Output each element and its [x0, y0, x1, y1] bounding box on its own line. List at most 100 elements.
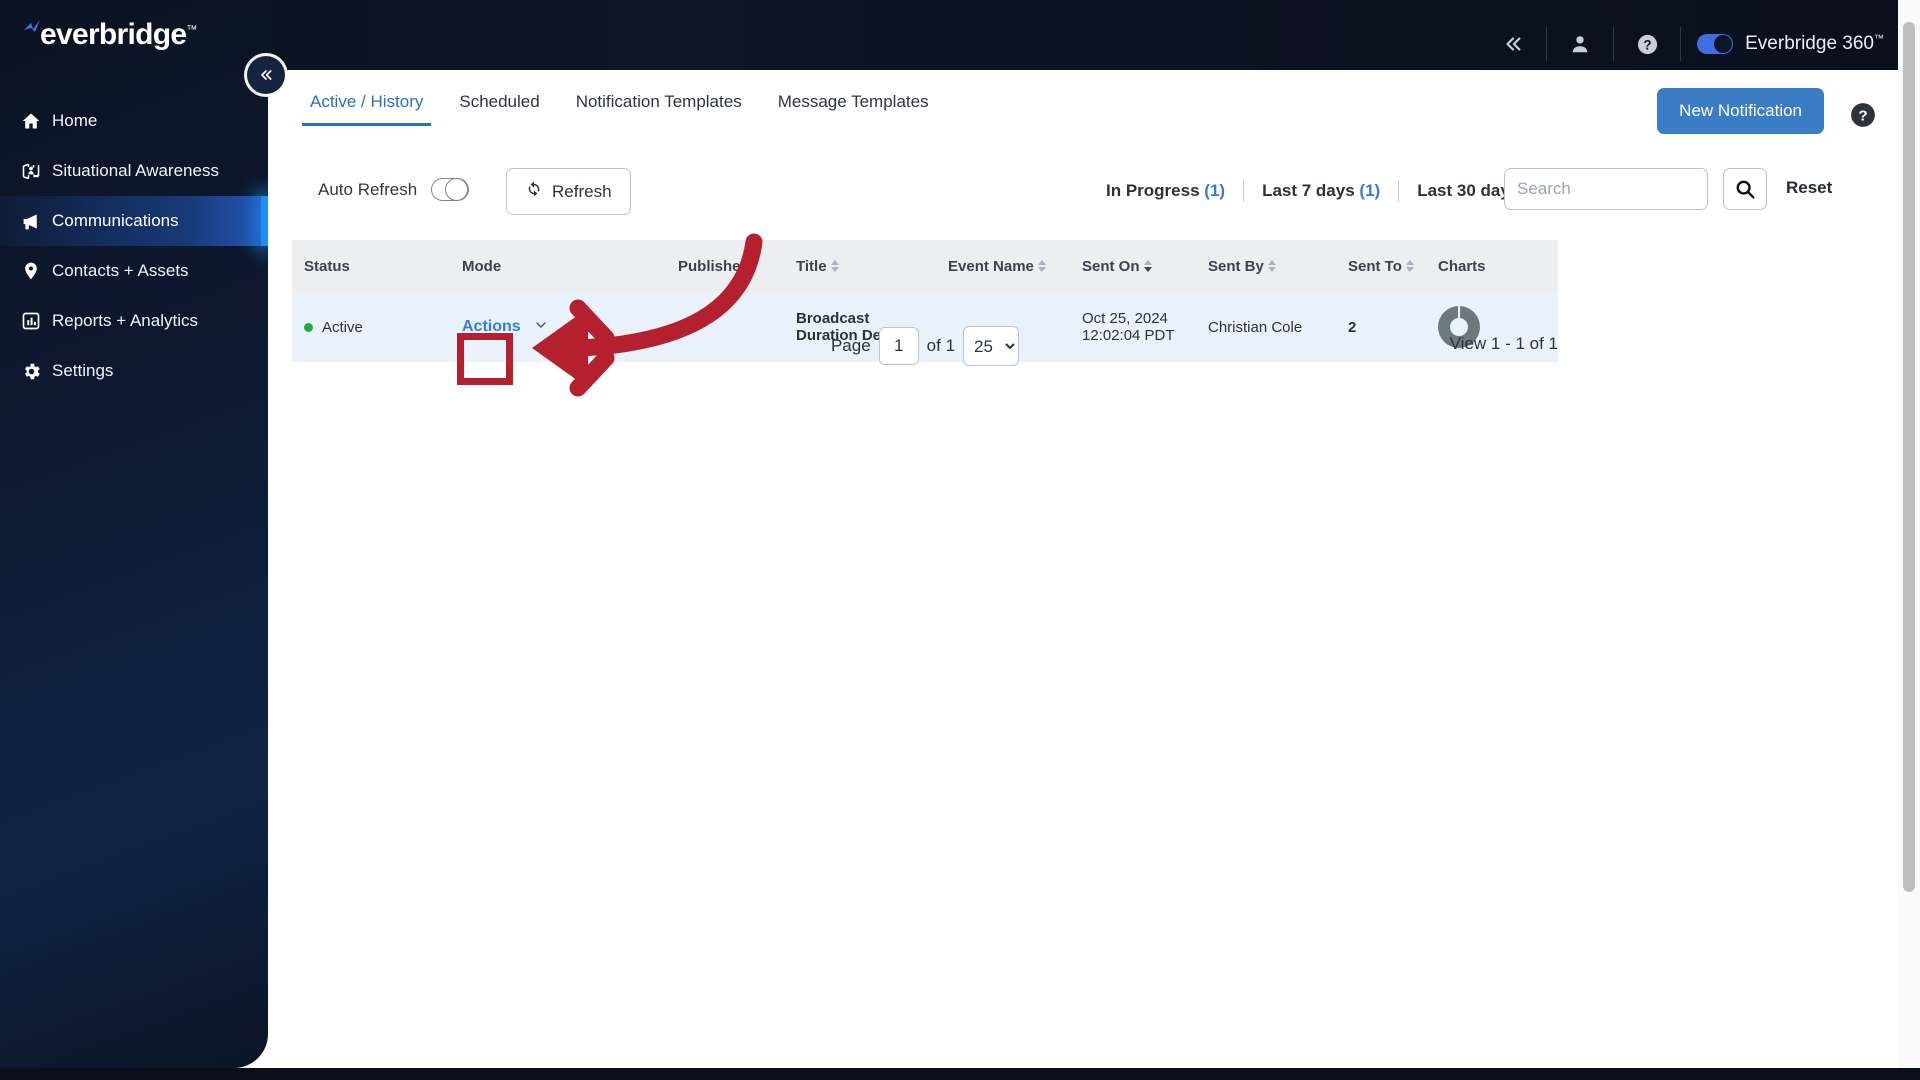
sidebar-item-label-contacts-assets: Contacts + Assets [52, 261, 189, 280]
tab-message-templates[interactable]: Message Templates [760, 80, 947, 126]
page-of-label: of 1 [926, 336, 956, 355]
svg-text:?: ? [1643, 37, 1651, 52]
gear-icon [14, 361, 48, 382]
logo-word: everbridge [40, 18, 187, 51]
location-pin-icon [14, 261, 48, 281]
sidebar: everbridge™ Home Situational Awareness C… [0, 0, 268, 1068]
filter-last-7-days[interactable]: Last 7 days (1) [1244, 181, 1398, 201]
tab-label-notification-templates: Notification Templates [575, 92, 742, 111]
search-button[interactable] [1723, 168, 1767, 210]
auto-refresh-label: Auto Refresh [318, 179, 418, 199]
refresh-icon [525, 180, 543, 203]
column-header-status[interactable]: Status [292, 258, 450, 275]
toggle-track[interactable] [1697, 34, 1734, 54]
sidebar-item-home[interactable]: Home [0, 96, 268, 146]
sidebar-item-situational-awareness[interactable]: Situational Awareness [0, 146, 268, 196]
pagination-bar: Page of 1 25 50 100 View 1 - 1 of 1 [292, 320, 1558, 380]
sort-icon-event-name[interactable] [1037, 260, 1046, 272]
auto-refresh-toggle[interactable] [431, 178, 470, 201]
column-header-title[interactable]: Title [784, 258, 936, 275]
page-label: Page [830, 336, 871, 355]
everbridge-360-label: Everbridge 360™ [1745, 33, 1884, 55]
column-header-charts[interactable]: Charts [1426, 258, 1546, 275]
table-toolbar: Auto Refresh Refresh In Progress (1) Las… [268, 162, 1920, 224]
help-circle-icon[interactable]: ? [1620, 24, 1674, 64]
pagination-controls: Page of 1 25 50 100 [830, 326, 1020, 366]
tab-label-message-templates: Message Templates [777, 92, 929, 111]
column-header-event-name[interactable]: Event Name [936, 258, 1070, 275]
sidebar-item-label-home: Home [52, 111, 98, 130]
everbridge-logo-text: everbridge™ [40, 18, 197, 52]
refresh-button[interactable]: Refresh [506, 168, 631, 215]
column-label-title: Title [796, 257, 827, 275]
filter-label-in-progress: In Progress [1106, 181, 1200, 200]
tab-notification-templates[interactable]: Notification Templates [558, 80, 760, 126]
auto-refresh-toggle-knob [445, 178, 469, 201]
sort-icon-title[interactable] [830, 260, 839, 272]
header-divider-2 [1613, 27, 1615, 61]
scrollbar-thumb[interactable] [1903, 22, 1915, 892]
chevron-double-left-icon[interactable] [1486, 24, 1540, 64]
bar-chart-icon [14, 311, 48, 331]
everbridge-360-toggle[interactable]: Everbridge 360™ [1687, 33, 1884, 55]
svg-text:?: ? [1858, 107, 1867, 124]
app-root: ? Everbridge 360™ everbridge™ Home Situa… [0, 0, 1920, 1080]
tab-scheduled[interactable]: Scheduled [441, 80, 557, 126]
column-header-sent-on[interactable]: Sent On [1070, 258, 1196, 275]
search-input[interactable] [1504, 168, 1708, 210]
column-label-sent-to: Sent To [1348, 257, 1402, 275]
column-label-mode: Mode [462, 257, 502, 275]
page-size-select[interactable]: 25 50 100 [963, 326, 1020, 366]
tab-label-active-history: Active / History [310, 92, 424, 111]
reset-link[interactable]: Reset [1786, 178, 1832, 198]
megaphone-icon [14, 211, 48, 232]
column-label-sent-by: Sent By [1208, 257, 1264, 275]
toggle-knob [1714, 35, 1733, 53]
sort-icon-sent-to[interactable] [1405, 260, 1414, 272]
main-content: Active / History Scheduled Notification … [268, 70, 1920, 1080]
header-divider-3 [1680, 27, 1682, 61]
trademark-symbol: ™ [1874, 33, 1884, 45]
page-number-input[interactable] [878, 327, 919, 365]
sidebar-item-reports-analytics[interactable]: Reports + Analytics [0, 296, 268, 346]
column-header-sent-to[interactable]: Sent To [1336, 258, 1426, 275]
sidebar-item-settings[interactable]: Settings [0, 346, 268, 396]
auto-refresh-control: Auto Refresh [318, 178, 470, 201]
sidebar-item-label-situational-awareness: Situational Awareness [52, 161, 219, 180]
header-divider-1 [1546, 27, 1548, 61]
quick-filters: In Progress (1) Last 7 days (1) Last 30 … [1088, 180, 1563, 202]
column-header-sent-by[interactable]: Sent By [1196, 258, 1336, 275]
tab-bar: Active / History Scheduled Notification … [292, 80, 947, 126]
column-header-mode[interactable]: Mode [450, 258, 666, 275]
logo-trademark: ™ [186, 24, 197, 36]
sidebar-collapse-button[interactable] [247, 56, 285, 94]
home-icon [14, 111, 48, 131]
tab-label-scheduled: Scheduled [459, 92, 540, 111]
everbridge-360-text: Everbridge 360 [1745, 33, 1874, 54]
sidebar-item-label-settings: Settings [52, 361, 114, 380]
sidebar-item-contacts-assets[interactable]: Contacts + Assets [0, 246, 268, 296]
new-notification-button[interactable]: New Notification [1657, 88, 1824, 134]
tab-active-history[interactable]: Active / History [292, 80, 441, 126]
window-bottom-bar [0, 1068, 1920, 1080]
filter-in-progress[interactable]: In Progress (1) [1088, 181, 1243, 201]
sidebar-nav: Home Situational Awareness Communication… [0, 96, 268, 396]
column-label-event-name: Event Name [948, 257, 1034, 275]
user-icon[interactable] [1553, 24, 1607, 64]
header-right-cluster: ? Everbridge 360™ [1486, 20, 1884, 68]
sidebar-item-label-reports-analytics: Reports + Analytics [52, 311, 198, 330]
filter-label-last-7-days: Last 7 days [1262, 181, 1355, 200]
filter-count-in-progress: (1) [1204, 181, 1226, 200]
sort-icon-sent-on[interactable] [1143, 260, 1152, 272]
table-header-row: Status Mode Published Title Event Name S… [292, 240, 1558, 292]
column-header-published[interactable]: Published [666, 258, 784, 275]
everbridge-logo[interactable]: everbridge™ [14, 14, 224, 60]
sidebar-item-label-communications: Communications [52, 211, 179, 230]
sort-icon-sent-by[interactable] [1267, 260, 1276, 272]
column-label-charts: Charts [1438, 257, 1486, 275]
column-label-published: Published [678, 257, 750, 275]
sidebar-item-communications[interactable]: Communications [0, 196, 268, 246]
refresh-label: Refresh [552, 181, 612, 201]
page-help-icon[interactable]: ? [1850, 102, 1876, 128]
column-label-status: Status [304, 257, 350, 275]
